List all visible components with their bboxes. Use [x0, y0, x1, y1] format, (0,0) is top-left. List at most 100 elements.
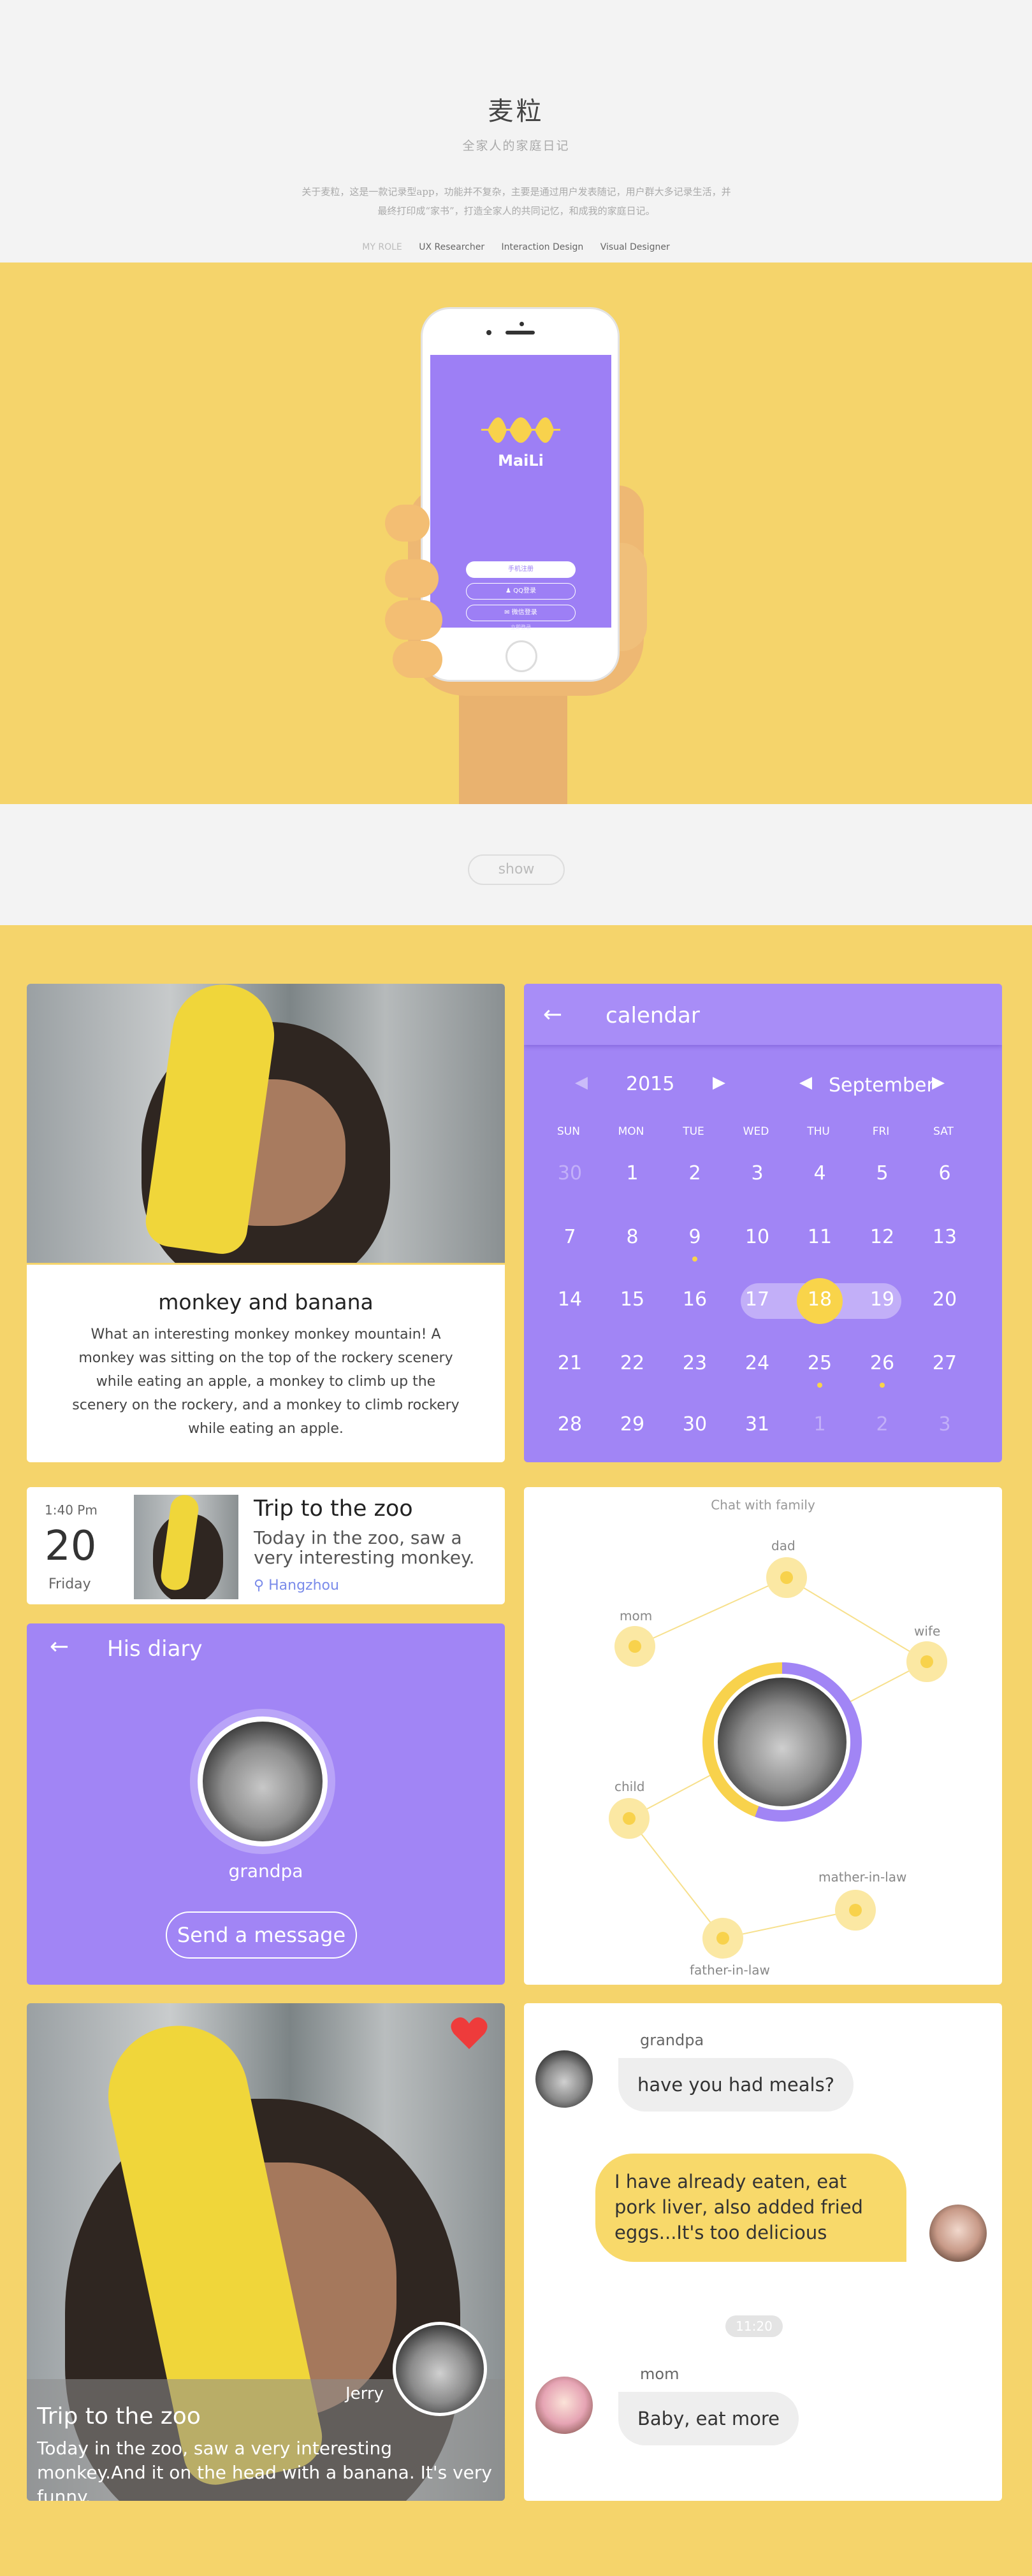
- calendar-day[interactable]: 19: [863, 1288, 901, 1311]
- monkey-card-text: What an interesting monkey monkey mounta…: [72, 1327, 460, 1437]
- wechat-icon: ✉: [504, 609, 512, 616]
- message-bubble-own: I have already eaten, eat pork liver, al…: [595, 2154, 906, 2262]
- calendar-card: ← calendar ◀ 2015 ▶ ◀ September ▶ SUN MON…: [524, 984, 1002, 1462]
- project-description: 关于麦粒，这是一款记录型app，功能并不复杂，主要是通过用户发表随记，用户群大多…: [302, 186, 731, 217]
- phone-sensor: [486, 330, 491, 335]
- finger: [385, 559, 439, 598]
- photo-card[interactable]: Jerry Trip to the zoo Today in the zoo, …: [27, 2003, 505, 2501]
- trip-text: Today in the zoo, saw a very interesting…: [254, 1527, 475, 1568]
- finger: [393, 641, 442, 678]
- message-bubble: Baby, eat more: [618, 2392, 799, 2445]
- calendar-day[interactable]: 11: [801, 1226, 839, 1248]
- show-button[interactable]: show: [468, 854, 565, 885]
- event-dot: [692, 1256, 697, 1262]
- trip-weekday: Friday: [48, 1576, 91, 1592]
- weekday-header: SAT: [933, 1125, 954, 1138]
- back-arrow-icon[interactable]: ←: [50, 1634, 69, 1660]
- diary-card: ← His diary grandpa Send a message: [27, 1623, 505, 1985]
- monkey-card-title: monkey and banana: [158, 1290, 374, 1314]
- calendar-day[interactable]: 24: [738, 1352, 776, 1374]
- calendar-day[interactable]: 5: [863, 1162, 901, 1184]
- diary-title: His diary: [107, 1636, 203, 1662]
- weekday-header: MON: [618, 1125, 644, 1138]
- calendar-day[interactable]: 27: [926, 1352, 964, 1374]
- calendar-day[interactable]: 21: [551, 1352, 589, 1374]
- wechat-login-button[interactable]: ✉ 微信登录: [466, 605, 576, 621]
- own-avatar[interactable]: [929, 2205, 987, 2262]
- calendar-day[interactable]: 9: [676, 1226, 714, 1248]
- calendar-day[interactable]: 18: [801, 1288, 839, 1311]
- photo-text: Today in the zoo, saw a very interesting…: [37, 2438, 492, 2501]
- qq-login-label: QQ登录: [513, 587, 536, 594]
- calendar-day[interactable]: 3: [738, 1162, 776, 1184]
- node-label-dad: dad: [771, 1538, 796, 1553]
- calendar-day[interactable]: 10: [738, 1226, 776, 1248]
- finger: [385, 600, 442, 640]
- project-title: 麦粒: [488, 97, 544, 126]
- role-item: UX Researcher: [419, 242, 485, 252]
- calendar-day[interactable]: 2: [676, 1162, 714, 1184]
- qq-login-button[interactable]: ♟ QQ登录: [466, 583, 576, 600]
- calendar-day[interactable]: 20: [926, 1288, 964, 1311]
- phone-login-button[interactable]: 手机注册: [466, 561, 576, 578]
- weekday-header: THU: [807, 1125, 830, 1138]
- calendar-day[interactable]: 12: [863, 1226, 901, 1248]
- mom-chat-avatar[interactable]: [535, 2377, 593, 2434]
- grandpa-chat-avatar[interactable]: [535, 2050, 593, 2108]
- phone-camera: [520, 322, 524, 326]
- calendar-day[interactable]: 1: [801, 1413, 839, 1436]
- roles-line: MY ROLE UX Researcher Interaction Design…: [0, 242, 1032, 252]
- calendar-day[interactable]: 3: [926, 1413, 964, 1436]
- calendar-day[interactable]: 29: [613, 1413, 651, 1436]
- login-link[interactable]: 立即登录: [430, 624, 611, 631]
- heart-icon[interactable]: [450, 2016, 488, 2050]
- role-item: Interaction Design: [501, 242, 584, 252]
- node-label-father-in-law: father-in-law: [690, 1962, 770, 1978]
- chat-card: grandpa have you had meals? I have alrea…: [524, 2003, 1002, 2501]
- calendar-day[interactable]: 4: [801, 1162, 839, 1184]
- calendar-day[interactable]: 22: [613, 1352, 651, 1374]
- wechat-login-label: 微信登录: [511, 609, 537, 616]
- calendar-day[interactable]: 26: [863, 1352, 901, 1374]
- home-button[interactable]: [505, 640, 537, 672]
- location-pin-icon: ⚲: [254, 1578, 269, 1594]
- grandpa-avatar[interactable]: [198, 1716, 328, 1846]
- event-dot: [880, 1383, 885, 1388]
- phone-mockup: MaiLi 手机注册 ♟ QQ登录 ✉ 微信登录 立即登录: [421, 307, 620, 682]
- monkey-card[interactable]: monkey and banana What an interesting mo…: [27, 984, 505, 1462]
- project-subtitle: 全家人的家庭日记: [462, 139, 570, 153]
- calendar-day[interactable]: 2: [863, 1413, 901, 1436]
- calendar-day[interactable]: 28: [551, 1413, 589, 1436]
- weekday-header: TUE: [683, 1125, 704, 1138]
- event-dot: [817, 1383, 822, 1388]
- calendar-day[interactable]: 14: [551, 1288, 589, 1311]
- calendar-day[interactable]: 30: [551, 1162, 589, 1184]
- calendar-day[interactable]: 30: [676, 1413, 714, 1436]
- calendar-day[interactable]: 25: [801, 1352, 839, 1374]
- calendar-day[interactable]: 31: [738, 1413, 776, 1436]
- calendar-day[interactable]: 6: [926, 1162, 964, 1184]
- monkey-photo: [27, 984, 505, 1263]
- app-name: MaiLi: [498, 452, 544, 470]
- weekday-header: SUN: [557, 1125, 580, 1138]
- send-message-button[interactable]: Send a message: [166, 1911, 357, 1959]
- phone-screen: MaiLi 手机注册 ♟ QQ登录 ✉ 微信登录 立即登录: [430, 355, 611, 631]
- calendar-day[interactable]: 8: [613, 1226, 651, 1248]
- trip-thumbnail: [134, 1495, 238, 1599]
- trip-location: ⚲ Hangzhou: [254, 1578, 339, 1594]
- trip-location-label: Hangzhou: [268, 1578, 339, 1594]
- node-label-mother-in-law: mather-in-law: [818, 1869, 907, 1885]
- calendar-day[interactable]: 7: [551, 1226, 589, 1248]
- calendar-day[interactable]: 17: [738, 1288, 776, 1311]
- node-label-wife: wife: [914, 1623, 941, 1639]
- calendar-day[interactable]: 13: [926, 1226, 964, 1248]
- ui-showcase: monkey and banana What an interesting mo…: [0, 925, 1032, 2576]
- calendar-day[interactable]: 1: [613, 1162, 651, 1184]
- author-avatar[interactable]: [393, 2322, 487, 2416]
- calendar-day[interactable]: 15: [613, 1288, 651, 1311]
- monkey-divider: [27, 1263, 505, 1265]
- trip-card[interactable]: 1:40 Pm 20 Friday Trip to the zoo Today …: [27, 1487, 505, 1604]
- calendar-day[interactable]: 16: [676, 1288, 714, 1311]
- center-avatar[interactable]: [714, 1674, 850, 1810]
- calendar-day[interactable]: 23: [676, 1352, 714, 1374]
